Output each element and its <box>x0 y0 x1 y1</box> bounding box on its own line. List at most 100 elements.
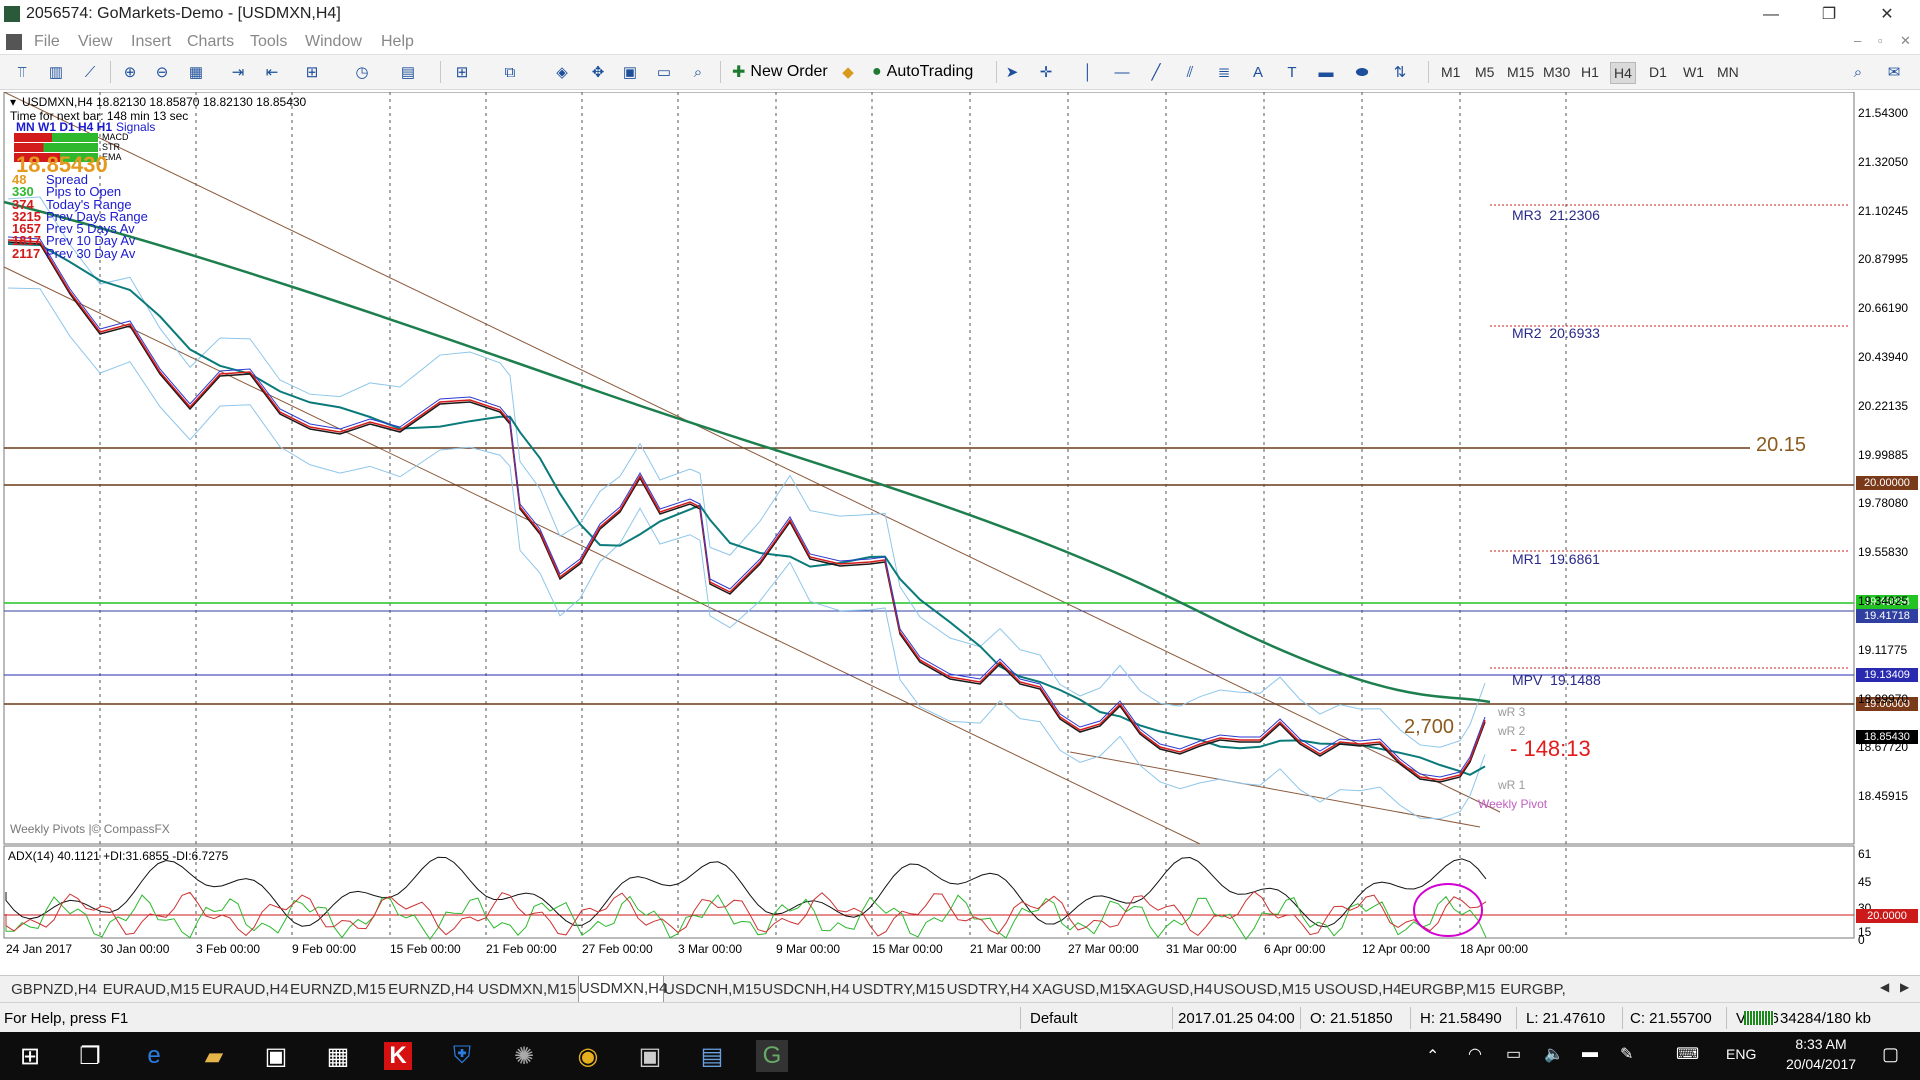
new-order-button[interactable]: ✚ New Order <box>726 59 834 85</box>
symbol-tab[interactable]: USDMXN,H4 <box>578 976 667 1003</box>
tab-scroll-right-icon[interactable]: ▶ <box>1900 980 1909 994</box>
symbol-tab[interactable]: USDMXN,M15 <box>478 979 576 1000</box>
navigator-icon[interactable]: ✥ <box>588 62 608 82</box>
tf-m30[interactable]: M30 <box>1540 62 1573 82</box>
market-watch-icon[interactable]: ◈ <box>552 62 572 82</box>
battery-icon[interactable]: ▬ <box>1582 1044 1598 1062</box>
child-minimize-icon[interactable]: – <box>1854 33 1861 48</box>
task-view-icon[interactable]: ❐ <box>74 1040 106 1072</box>
tf-m15[interactable]: M15 <box>1504 62 1537 82</box>
rectangle-icon[interactable]: ▬ <box>1316 62 1336 82</box>
windows-start-icon[interactable]: ⊞ <box>14 1040 46 1072</box>
tf-m1[interactable]: M1 <box>1438 62 1463 82</box>
menu-tools[interactable]: Tools <box>250 33 287 51</box>
tray-chevron-icon[interactable]: ⌃ <box>1426 1046 1439 1066</box>
store-icon[interactable]: ▣ <box>260 1040 292 1072</box>
edge-browser-icon[interactable]: e <box>138 1040 170 1072</box>
indicators-icon[interactable]: ⊞ <box>302 62 322 82</box>
symbol-tab[interactable]: USOUSD,H4 <box>1314 979 1402 1000</box>
chrome-icon[interactable]: ◉ <box>572 1040 604 1072</box>
candlestick-icon[interactable]: ▥ <box>46 62 66 82</box>
keyboard-icon[interactable]: ⌨ <box>1676 1044 1699 1064</box>
search-icon[interactable]: ⌕ <box>1848 62 1868 82</box>
autotrading-button[interactable]: ● AutoTrading <box>866 59 979 85</box>
menu-window[interactable]: Window <box>305 33 362 51</box>
tf-w1[interactable]: W1 <box>1680 62 1707 82</box>
symbol-tab[interactable]: EURGBP,M15 <box>1400 979 1496 1000</box>
symbol-tab[interactable]: USDTRY,M15 <box>852 979 945 1000</box>
tray-date[interactable]: 20/04/2017 <box>1772 1056 1870 1072</box>
text-label-icon[interactable]: T <box>1282 62 1302 82</box>
terminal-icon[interactable]: ▣ <box>620 62 640 82</box>
pen-icon[interactable]: ✎ <box>1620 1044 1633 1064</box>
chat-icon[interactable]: ✉ <box>1884 62 1904 82</box>
wifi-icon[interactable]: ◠ <box>1468 1044 1482 1064</box>
child-restore-icon[interactable]: ▫ <box>1878 33 1883 48</box>
zoom-out-icon[interactable]: ⊖ <box>152 62 172 82</box>
new-chart-icon[interactable]: ⊞ <box>452 62 472 82</box>
calculator-icon[interactable]: ▦ <box>322 1040 354 1072</box>
tf-m5[interactable]: M5 <box>1472 62 1497 82</box>
tf-mn[interactable]: MN <box>1714 62 1742 82</box>
menu-insert[interactable]: Insert <box>131 33 171 51</box>
templates-icon[interactable]: ▤ <box>398 62 418 82</box>
equidistant-channel-icon[interactable]: ⫽ <box>1180 62 1200 82</box>
notifications-icon[interactable]: ▢ <box>1882 1044 1899 1065</box>
tester-icon[interactable]: ⌕ <box>688 62 708 82</box>
minimize-button[interactable]: — <box>1748 0 1794 30</box>
symbol-tab[interactable]: XAGUSD,M15 <box>1032 979 1129 1000</box>
symbol-tab[interactable]: EURAUD,M15 <box>102 979 200 1000</box>
symbol-tab[interactable]: EURNZD,H4 <box>386 979 476 1000</box>
menu-file[interactable]: File <box>34 33 60 51</box>
fibonacci-icon[interactable]: ≣ <box>1214 62 1234 82</box>
photos-icon[interactable]: ▤ <box>696 1040 728 1072</box>
periods-icon[interactable]: ◷ <box>352 62 372 82</box>
chart-area[interactable]: ▾ USDMXN,H4 18.82130 18.85870 18.82130 1… <box>0 92 1920 960</box>
arrows-icon[interactable]: ⇅ <box>1390 62 1410 82</box>
symbol-tab[interactable]: EURGBP, <box>1498 979 1568 1000</box>
restore-button[interactable]: ❐ <box>1806 0 1852 30</box>
symbol-tab[interactable]: EURAUD,H4 <box>202 979 289 1000</box>
trendline-icon[interactable]: ╱ <box>1146 62 1166 82</box>
network-icon[interactable]: ▭ <box>1506 1044 1521 1064</box>
chart-shift-icon[interactable]: ⇤ <box>262 62 282 82</box>
text-icon[interactable]: A <box>1248 62 1268 82</box>
zoom-in-icon[interactable]: ⊕ <box>120 62 140 82</box>
defender-shield-icon[interactable]: ⛨ <box>446 1040 478 1072</box>
horizontal-line-icon[interactable]: — <box>1112 62 1132 82</box>
symbol-tab[interactable]: USDTRY,H4 <box>946 979 1030 1000</box>
menu-help[interactable]: Help <box>381 33 414 51</box>
tab-scroll-left-icon[interactable]: ◀ <box>1880 980 1889 994</box>
cursor-icon[interactable]: ➤ <box>1002 62 1022 82</box>
ellipse-icon[interactable]: ⬬ <box>1352 62 1372 82</box>
crosshair-icon[interactable]: ✛ <box>1036 62 1056 82</box>
symbol-tab[interactable]: USDCNH,M15 <box>664 979 762 1000</box>
gomarkets-terminal-icon[interactable]: G <box>756 1040 788 1072</box>
symbol-tab[interactable]: USOUSD,M15 <box>1212 979 1312 1000</box>
tray-time[interactable]: 8:33 AM <box>1776 1036 1866 1052</box>
price-chart[interactable] <box>0 92 1920 960</box>
data-window-icon[interactable]: ▭ <box>654 62 674 82</box>
vertical-line-icon[interactable]: │ <box>1078 62 1098 82</box>
metaeditor-icon[interactable]: ◆ <box>838 62 858 82</box>
auto-scroll-icon[interactable]: ⇥ <box>228 62 248 82</box>
symbol-tab[interactable]: XAGUSD,H4 <box>1126 979 1213 1000</box>
line-chart-icon[interactable]: ⟋ <box>80 62 100 82</box>
file-explorer-icon[interactable]: ▰ <box>198 1040 230 1072</box>
symbol-tab[interactable]: GBPNZD,H4 <box>8 979 100 1000</box>
camera-app-icon[interactable]: ▣ <box>634 1040 666 1072</box>
tf-h1[interactable]: H1 <box>1578 62 1602 82</box>
antivirus-icon[interactable]: ✺ <box>508 1040 540 1072</box>
tile-windows-icon[interactable]: ▦ <box>186 62 206 82</box>
menu-charts[interactable]: Charts <box>187 33 234 51</box>
symbol-tab[interactable]: USDCNH,H4 <box>762 979 850 1000</box>
k-app-icon[interactable]: K <box>384 1042 412 1070</box>
child-close-icon[interactable]: ✕ <box>1900 33 1911 49</box>
volume-icon[interactable]: 🔈 <box>1544 1044 1564 1064</box>
close-button[interactable]: ✕ <box>1864 0 1910 30</box>
tf-d1[interactable]: D1 <box>1646 62 1670 82</box>
profiles-icon[interactable]: ⧉ <box>500 62 520 82</box>
tf-h4[interactable]: H4 <box>1610 62 1636 84</box>
bar-chart-icon[interactable]: ⫪ <box>12 62 32 82</box>
menu-view[interactable]: View <box>78 33 112 51</box>
